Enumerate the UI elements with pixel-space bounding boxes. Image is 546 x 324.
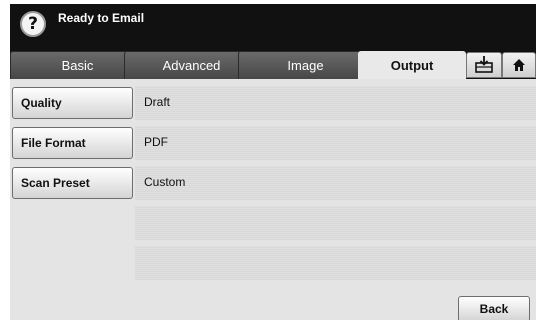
file-format-button[interactable]: File Format [12,127,133,159]
job-status-icon[interactable] [466,52,502,78]
empty-row [135,246,536,280]
scan-preset-button[interactable]: Scan Preset [12,167,133,199]
quality-value-row: Draft [135,86,536,120]
help-icon-glyph: ? [28,14,38,34]
home-icon[interactable] [502,52,536,78]
empty-row [135,206,536,240]
file-format-value-row: PDF [135,126,536,160]
quality-value: Draft [144,95,171,109]
quality-button[interactable]: Quality [12,87,133,119]
tab-bar: Basic Advanced Image Output [10,44,536,79]
tab-image[interactable]: Image [238,51,373,79]
status-header: ? Ready to Email [10,4,536,44]
scan-preset-value-row: Custom [135,166,536,200]
scan-preset-value: Custom [144,175,186,189]
file-format-value: PDF [144,135,168,149]
tab-output[interactable]: Output [358,51,466,79]
back-button[interactable]: Back [458,296,530,320]
page-title: Ready to Email [58,11,145,25]
job-status-icon-glyph [475,56,493,73]
home-icon-glyph [513,59,525,71]
email-output-screen: ? Ready to Email Basic Advanced Image Ou… [10,4,536,320]
help-icon[interactable]: ? [20,11,46,37]
